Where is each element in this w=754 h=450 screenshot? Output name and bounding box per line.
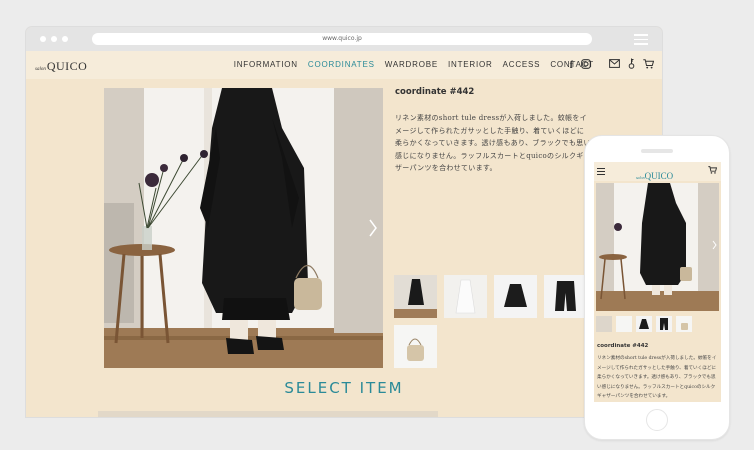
mobile-thumb-black-pants[interactable] — [656, 316, 672, 332]
main-nav: INFORMATION COORDINATES WARDROBE INTERIO… — [234, 60, 594, 69]
mobile-thumb-coordinate-photo[interactable] — [596, 316, 612, 332]
mobile-thumb-black-skirt[interactable] — [636, 316, 652, 332]
window-controls — [40, 36, 68, 42]
thumb-black-pants[interactable] — [544, 275, 587, 318]
desktop-browser: www.quico.jp salonQUICO INFORMATION COOR… — [26, 27, 662, 417]
header-icons: f — [570, 58, 655, 73]
instagram-icon[interactable] — [581, 58, 591, 73]
site-logo[interactable]: salonQUICO — [35, 57, 87, 75]
thumb-white-dress[interactable] — [444, 275, 487, 318]
phone-speaker — [641, 149, 673, 153]
nav-item-access[interactable]: ACCESS — [503, 60, 541, 69]
coordinate-title: coordinate #442 — [395, 87, 475, 97]
browser-chrome: www.quico.jp — [26, 27, 662, 51]
mobile-header: salonQUICO — [594, 162, 721, 181]
thumb-coordinate-photo[interactable] — [394, 275, 437, 318]
nav-item-wardrobe[interactable]: WARDROBE — [385, 60, 438, 69]
mobile-coordinate-title: coordinate #442 — [597, 343, 649, 349]
mobile-screen: salonQUICO coordinate #442 リネン素材のshort t… — [594, 162, 721, 402]
facebook-icon[interactable]: f — [570, 60, 573, 72]
mail-icon[interactable] — [609, 59, 620, 72]
thumb-basket-bag[interactable] — [394, 325, 437, 368]
mobile-coordinate-description: リネン素材のshort tule dressが入荷しました。蚊帳をイメージして作… — [597, 356, 717, 399]
mobile-thumb-basket-bag[interactable] — [676, 316, 692, 332]
coordinate-description: リネン素材のshort tule dressが入荷しました。蚊帳をイメージして作… — [395, 114, 591, 172]
mobile-coordinate-photo[interactable] — [596, 183, 719, 311]
mobile-logo[interactable]: salonQUICO — [636, 166, 673, 184]
mobile-thumb-white-dress[interactable] — [616, 316, 632, 332]
mobile-cart-icon[interactable] — [708, 166, 718, 176]
address-bar[interactable]: www.quico.jp — [92, 33, 592, 45]
coordinate-main-photo[interactable] — [104, 88, 383, 368]
mobile-item-thumbnails — [596, 316, 692, 332]
nav-item-interior[interactable]: INTERIOR — [448, 60, 493, 69]
mobile-menu-icon[interactable] — [597, 168, 605, 177]
phone-home-button[interactable] — [646, 409, 668, 431]
key-icon[interactable] — [628, 58, 635, 73]
cart-icon[interactable] — [643, 58, 655, 73]
thumb-black-skirt[interactable] — [494, 275, 537, 318]
next-section-strip — [98, 411, 438, 417]
nav-item-information[interactable]: INFORMATION — [234, 60, 298, 69]
mobile-phone: salonQUICO coordinate #442 リネン素材のshort t… — [584, 135, 730, 440]
browser-menu-icon[interactable] — [634, 34, 648, 45]
site-header: salonQUICO INFORMATION COORDINATES WARDR… — [26, 51, 662, 79]
select-item-heading: SELECT ITEM — [284, 379, 404, 397]
nav-item-coordinates[interactable]: COORDINATES — [308, 60, 375, 69]
